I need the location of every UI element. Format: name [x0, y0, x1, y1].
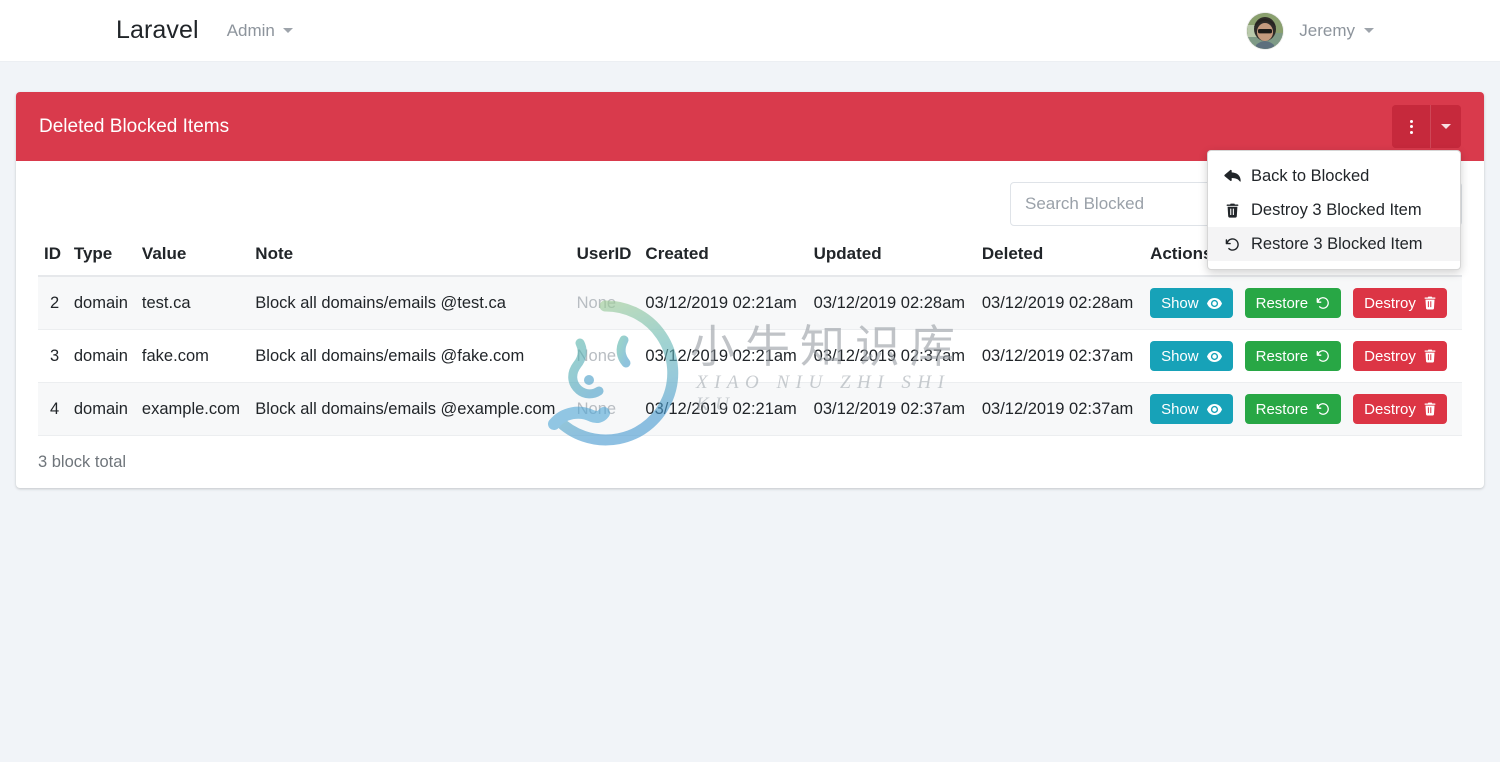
cell-type: domain	[67, 329, 136, 383]
column-header-value[interactable]: Value	[135, 244, 250, 277]
trash-icon	[1224, 203, 1241, 218]
chevron-down-icon	[282, 28, 293, 33]
cell-type: domain	[67, 382, 136, 436]
cell-actions: Show Restore Destroy	[1144, 329, 1462, 383]
cell-deleted: 03/12/2019 02:37am	[975, 329, 1145, 383]
card-actions-dropdown-menu: Back to Blocked Destroy 3 Blocked Item R…	[1207, 150, 1461, 270]
reply-arrow-icon	[1224, 169, 1241, 183]
column-header-userid[interactable]: UserID	[570, 244, 640, 277]
restore-button-label: Restore	[1255, 347, 1309, 365]
navbar-right: Jeremy	[1247, 12, 1374, 49]
user-menu-label: Jeremy	[1299, 20, 1355, 40]
restore-button-label: Restore	[1255, 294, 1309, 312]
column-header-deleted[interactable]: Deleted	[975, 244, 1145, 277]
deleted-blocked-items-card: Deleted Blocked Items Back to Blocked De…	[16, 92, 1484, 488]
menu-item-back-to-blocked[interactable]: Back to Blocked	[1208, 159, 1460, 193]
cell-created: 03/12/2019 02:21am	[639, 276, 808, 330]
cell-userid: None	[570, 276, 640, 330]
eye-icon	[1206, 297, 1222, 309]
restore-button[interactable]: Restore	[1244, 288, 1342, 318]
table-row: 3 domain fake.com Block all domains/emai…	[38, 329, 1462, 383]
show-button-label: Show	[1161, 400, 1199, 418]
avatar[interactable]	[1247, 12, 1284, 49]
column-header-updated[interactable]: Updated	[807, 244, 976, 277]
vertical-dots-icon	[1409, 119, 1413, 134]
cell-actions: Show Restore Destroy	[1144, 276, 1462, 330]
destroy-button-label: Destroy	[1364, 400, 1416, 418]
cell-id: 2	[38, 276, 68, 330]
show-button[interactable]: Show	[1150, 288, 1233, 318]
column-header-type[interactable]: Type	[67, 244, 136, 277]
brand-logo[interactable]: Laravel	[116, 16, 199, 45]
destroy-button-label: Destroy	[1364, 294, 1416, 312]
cell-note: Block all domains/emails @fake.com	[249, 329, 571, 383]
blocked-items-table: ID Type Value Note UserID Created Update…	[38, 244, 1462, 436]
nav-item-admin-label: Admin	[226, 20, 275, 40]
history-undo-icon	[1224, 237, 1241, 252]
cell-userid: None	[570, 382, 640, 436]
card-header: Deleted Blocked Items Back to Blocked De…	[16, 92, 1484, 270]
restore-button[interactable]: Restore	[1244, 394, 1342, 424]
show-button-label: Show	[1161, 347, 1199, 365]
menu-item-label: Restore 3 Blocked Item	[1251, 234, 1423, 253]
eye-icon	[1206, 350, 1222, 362]
row-action-buttons: Show Restore Destroy	[1150, 341, 1456, 371]
cell-note: Block all domains/emails @test.ca	[249, 276, 571, 330]
cell-value: fake.com	[135, 329, 250, 383]
column-header-created[interactable]: Created	[639, 244, 808, 277]
destroy-button-label: Destroy	[1364, 347, 1416, 365]
top-navbar: Laravel Admin Jeremy	[0, 0, 1500, 62]
destroy-button[interactable]: Destroy	[1353, 341, 1447, 371]
table-body: 2 domain test.ca Block all domains/email…	[38, 276, 1462, 436]
cell-type: domain	[67, 276, 136, 330]
chevron-down-icon	[1441, 124, 1451, 129]
user-menu[interactable]: Jeremy	[1299, 21, 1374, 41]
cell-value: example.com	[135, 382, 250, 436]
cell-updated: 03/12/2019 02:37am	[807, 329, 976, 383]
cell-id: 4	[38, 382, 68, 436]
show-button[interactable]: Show	[1150, 341, 1233, 371]
menu-item-label: Back to Blocked	[1251, 166, 1370, 185]
show-button-label: Show	[1161, 294, 1199, 312]
cell-created: 03/12/2019 02:21am	[639, 382, 808, 436]
destroy-button[interactable]: Destroy	[1353, 394, 1447, 424]
chevron-down-icon	[1364, 28, 1374, 33]
page-title: Deleted Blocked Items	[39, 115, 230, 137]
cell-deleted: 03/12/2019 02:37am	[975, 382, 1145, 436]
menu-item-restore-all[interactable]: Restore 3 Blocked Item	[1208, 227, 1460, 261]
total-count-label: 3 block total	[38, 453, 127, 471]
trash-icon	[1424, 349, 1436, 363]
column-header-id[interactable]: ID	[38, 244, 68, 277]
cell-note: Block all domains/emails @example.com	[249, 382, 571, 436]
trash-icon	[1424, 402, 1436, 416]
menu-item-destroy-all[interactable]: Destroy 3 Blocked Item	[1208, 193, 1460, 227]
table-row: 4 domain example.com Block all domains/e…	[38, 382, 1462, 436]
restore-button[interactable]: Restore	[1244, 341, 1342, 371]
restore-button-label: Restore	[1255, 400, 1309, 418]
cell-actions: Show Restore Destroy	[1144, 382, 1462, 436]
eye-icon	[1206, 403, 1222, 415]
card-menu-toggle-button[interactable]	[1430, 105, 1461, 148]
nav-item-admin[interactable]: Admin	[227, 21, 293, 41]
card-actions-button-group	[1392, 105, 1461, 148]
card-menu-button[interactable]	[1392, 105, 1430, 148]
history-undo-icon	[1316, 402, 1330, 416]
trash-icon	[1424, 296, 1436, 310]
cell-updated: 03/12/2019 02:28am	[807, 276, 976, 330]
history-undo-icon	[1316, 349, 1330, 363]
cell-id: 3	[38, 329, 68, 383]
table-row: 2 domain test.ca Block all domains/email…	[38, 276, 1462, 330]
row-action-buttons: Show Restore Destroy	[1150, 394, 1456, 424]
cell-userid: None	[570, 329, 640, 383]
menu-item-label: Destroy 3 Blocked Item	[1251, 200, 1422, 219]
history-undo-icon	[1316, 296, 1330, 310]
cell-value: test.ca	[135, 276, 250, 330]
column-header-note[interactable]: Note	[249, 244, 571, 277]
row-action-buttons: Show Restore Destroy	[1150, 288, 1456, 318]
show-button[interactable]: Show	[1150, 394, 1233, 424]
cell-updated: 03/12/2019 02:37am	[807, 382, 976, 436]
cell-created: 03/12/2019 02:21am	[639, 329, 808, 383]
destroy-button[interactable]: Destroy	[1353, 288, 1447, 318]
cell-deleted: 03/12/2019 02:28am	[975, 276, 1145, 330]
